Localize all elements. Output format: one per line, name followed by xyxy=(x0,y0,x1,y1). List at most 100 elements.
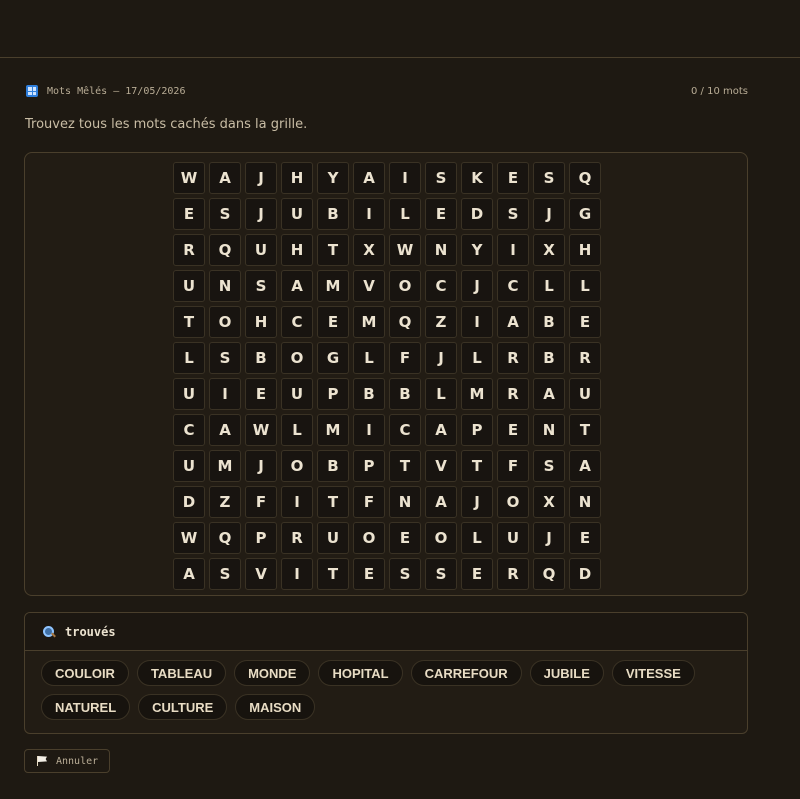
grid-cell[interactable]: J xyxy=(245,450,277,482)
grid-cell[interactable]: S xyxy=(209,558,241,590)
grid-cell[interactable]: C xyxy=(173,414,205,446)
grid-cell[interactable]: N xyxy=(569,486,601,518)
grid-cell[interactable]: T xyxy=(569,414,601,446)
grid-cell[interactable]: M xyxy=(317,270,349,302)
grid-cell[interactable]: Y xyxy=(317,162,349,194)
grid-cell[interactable]: S xyxy=(389,558,421,590)
grid-cell[interactable]: O xyxy=(353,522,385,554)
grid-cell[interactable]: S xyxy=(533,450,565,482)
grid-cell[interactable]: C xyxy=(281,306,313,338)
grid-cell[interactable]: L xyxy=(461,522,493,554)
grid-cell[interactable]: Z xyxy=(425,306,457,338)
grid-cell[interactable]: E xyxy=(461,558,493,590)
grid-cell[interactable]: Q xyxy=(569,162,601,194)
grid-cell[interactable]: O xyxy=(209,306,241,338)
grid-cell[interactable]: V xyxy=(245,558,277,590)
grid-cell[interactable]: P xyxy=(245,522,277,554)
grid-cell[interactable]: E xyxy=(245,378,277,410)
grid-cell[interactable]: A xyxy=(281,270,313,302)
grid-cell[interactable]: Q xyxy=(533,558,565,590)
grid-cell[interactable]: X xyxy=(533,486,565,518)
grid-cell[interactable]: U xyxy=(173,270,205,302)
grid-cell[interactable]: M xyxy=(461,378,493,410)
grid-cell[interactable]: Z xyxy=(209,486,241,518)
grid-cell[interactable]: T xyxy=(317,486,349,518)
undo-button[interactable]: Annuler xyxy=(24,749,111,773)
grid-cell[interactable]: A xyxy=(353,162,385,194)
grid-cell[interactable]: S xyxy=(533,162,565,194)
grid-cell[interactable]: T xyxy=(317,558,349,590)
grid-cell[interactable]: M xyxy=(317,414,349,446)
grid-cell[interactable]: L xyxy=(173,342,205,374)
grid-cell[interactable]: L xyxy=(461,342,493,374)
grid-cell[interactable]: O xyxy=(389,270,421,302)
grid-cell[interactable]: B xyxy=(533,342,565,374)
grid-cell[interactable]: L xyxy=(533,270,565,302)
grid-cell[interactable]: V xyxy=(353,270,385,302)
grid-cell[interactable]: Q xyxy=(209,234,241,266)
grid-cell[interactable]: B xyxy=(245,342,277,374)
grid-cell[interactable]: F xyxy=(353,486,385,518)
grid-cell[interactable]: A xyxy=(497,306,529,338)
grid-cell[interactable]: N xyxy=(389,486,421,518)
grid-cell[interactable]: V xyxy=(425,450,457,482)
grid-cell[interactable]: A xyxy=(425,486,457,518)
grid-cell[interactable]: P xyxy=(461,414,493,446)
grid-cell[interactable]: I xyxy=(209,378,241,410)
grid-cell[interactable]: B xyxy=(389,378,421,410)
grid-cell[interactable]: P xyxy=(317,378,349,410)
grid-cell[interactable]: I xyxy=(389,162,421,194)
grid-cell[interactable]: H xyxy=(281,234,313,266)
grid-cell[interactable]: H xyxy=(245,306,277,338)
grid-cell[interactable]: E xyxy=(497,162,529,194)
grid-cell[interactable]: E xyxy=(317,306,349,338)
grid-cell[interactable]: U xyxy=(317,522,349,554)
grid-cell[interactable]: E xyxy=(353,558,385,590)
grid-cell[interactable]: S xyxy=(425,558,457,590)
grid-cell[interactable]: W xyxy=(245,414,277,446)
grid-cell[interactable]: I xyxy=(497,234,529,266)
grid-cell[interactable]: T xyxy=(317,234,349,266)
grid-cell[interactable]: A xyxy=(569,450,601,482)
grid-cell[interactable]: J xyxy=(461,486,493,518)
grid-cell[interactable]: F xyxy=(245,486,277,518)
grid-cell[interactable]: I xyxy=(353,414,385,446)
grid-cell[interactable]: L xyxy=(281,414,313,446)
grid-cell[interactable]: P xyxy=(353,450,385,482)
grid-cell[interactable]: D xyxy=(461,198,493,230)
grid-cell[interactable]: J xyxy=(245,162,277,194)
grid-cell[interactable]: N xyxy=(425,234,457,266)
grid-cell[interactable]: S xyxy=(209,342,241,374)
grid-cell[interactable]: A xyxy=(533,378,565,410)
grid-cell[interactable]: F xyxy=(497,450,529,482)
grid-cell[interactable]: Q xyxy=(389,306,421,338)
grid-cell[interactable]: L xyxy=(425,378,457,410)
grid-cell[interactable]: X xyxy=(533,234,565,266)
grid-cell[interactable]: U xyxy=(497,522,529,554)
grid-cell[interactable]: E xyxy=(389,522,421,554)
grid-cell[interactable]: S xyxy=(245,270,277,302)
grid-cell[interactable]: E xyxy=(497,414,529,446)
grid-cell[interactable]: T xyxy=(461,450,493,482)
grid-cell[interactable]: L xyxy=(353,342,385,374)
grid-cell[interactable]: U xyxy=(569,378,601,410)
grid-cell[interactable]: U xyxy=(281,198,313,230)
grid-cell[interactable]: U xyxy=(173,378,205,410)
grid-cell[interactable]: A xyxy=(425,414,457,446)
grid-cell[interactable]: Y xyxy=(461,234,493,266)
grid-cell[interactable]: C xyxy=(497,270,529,302)
grid-cell[interactable]: R xyxy=(497,378,529,410)
grid-cell[interactable]: E xyxy=(425,198,457,230)
grid-cell[interactable]: A xyxy=(209,414,241,446)
grid-cell[interactable]: G xyxy=(317,342,349,374)
grid-cell[interactable]: O xyxy=(281,342,313,374)
grid-cell[interactable]: A xyxy=(173,558,205,590)
grid-cell[interactable]: I xyxy=(461,306,493,338)
grid-cell[interactable]: T xyxy=(173,306,205,338)
grid-cell[interactable]: B xyxy=(317,450,349,482)
grid-cell[interactable]: R xyxy=(569,342,601,374)
grid-cell[interactable]: G xyxy=(569,198,601,230)
grid-cell[interactable]: S xyxy=(497,198,529,230)
grid-cell[interactable]: S xyxy=(425,162,457,194)
grid-cell[interactable]: C xyxy=(389,414,421,446)
